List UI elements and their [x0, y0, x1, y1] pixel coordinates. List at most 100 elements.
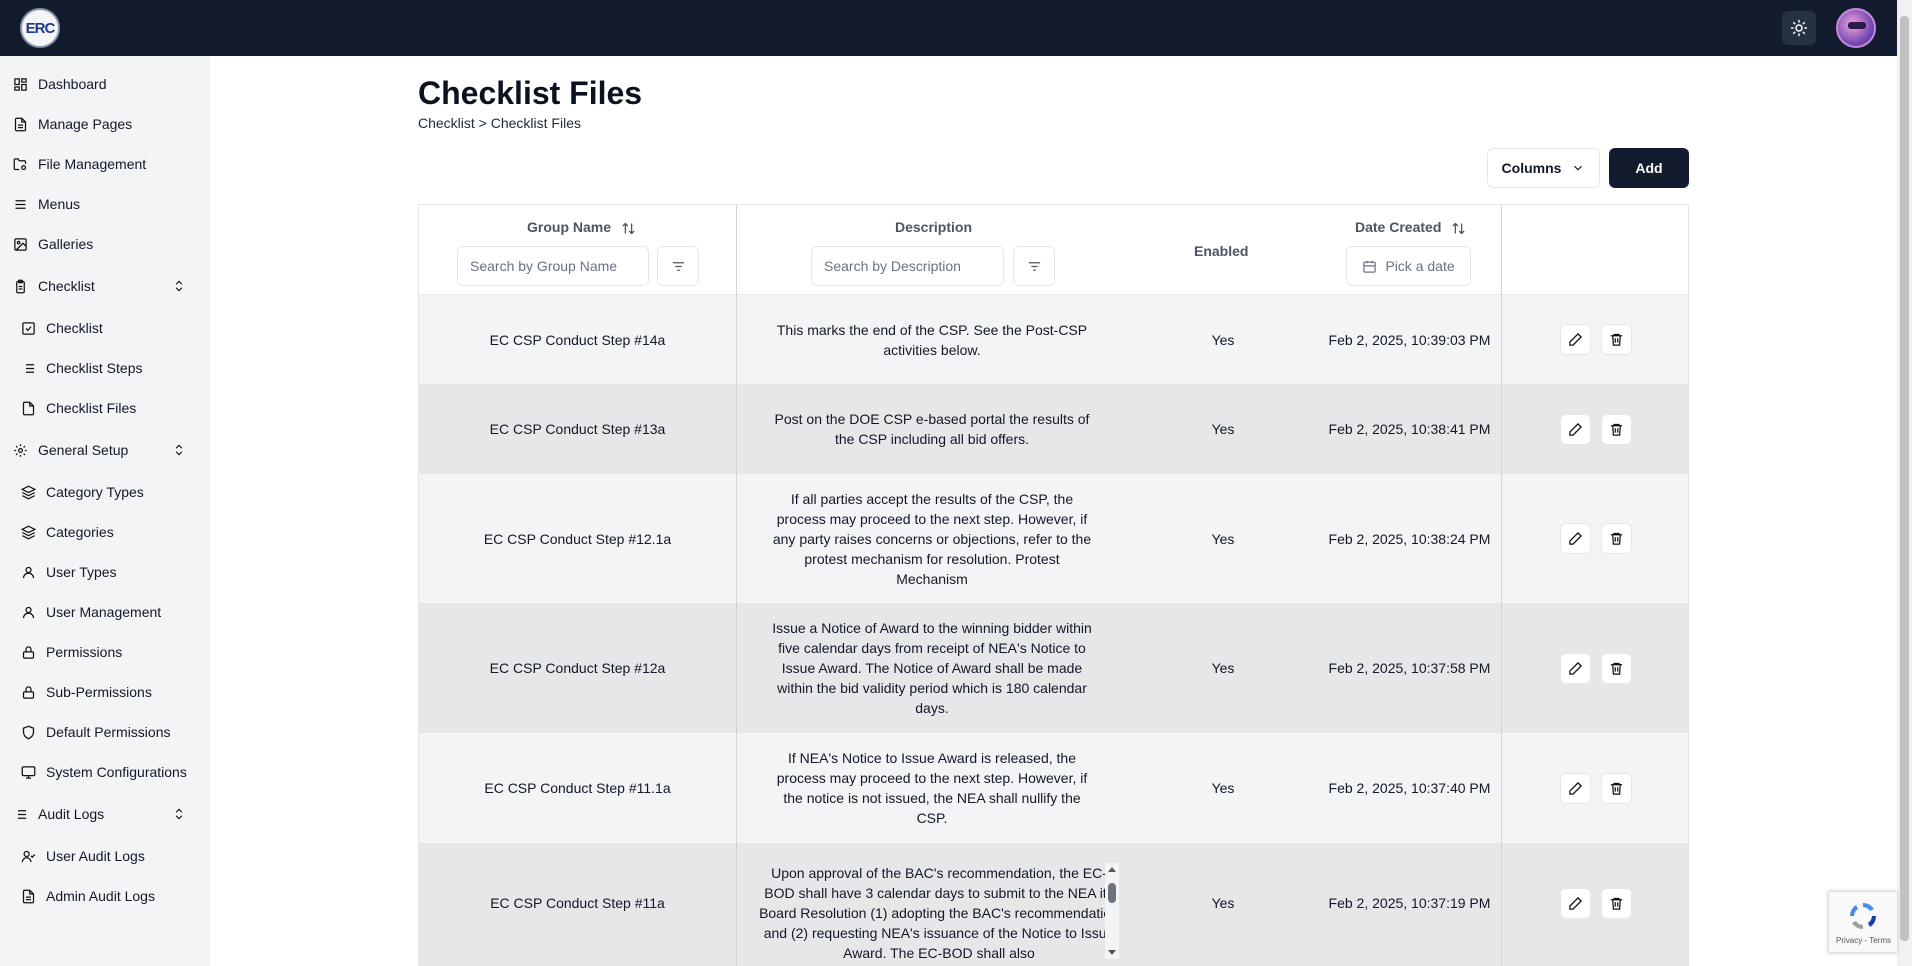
chevrons-up-down-icon: [175, 280, 183, 292]
cell-group-name: EC CSP Conduct Step #11a: [490, 895, 665, 911]
sidebar-item-file-management[interactable]: File Management: [0, 148, 210, 180]
delete-button[interactable]: [1600, 887, 1632, 919]
cell-date-created: Feb 2, 2025, 10:37:40 PM: [1328, 780, 1491, 796]
delete-button[interactable]: [1600, 324, 1632, 355]
trash-icon: [1610, 782, 1622, 795]
page-scrollbar[interactable]: [1897, 0, 1912, 966]
header-label: Date Created: [1355, 219, 1442, 235]
sidebar-item-category-types[interactable]: Category Types: [0, 476, 210, 508]
sidebar-item-sub-permissions[interactable]: Sub-Permissions: [0, 676, 210, 708]
sidebar-item-admin-audit-logs[interactable]: Admin Audit Logs: [0, 880, 210, 912]
sidebar-item-user-audit-logs[interactable]: User Audit Logs: [0, 840, 210, 872]
chevron-down-icon: [1574, 165, 1583, 171]
sidebar-item-label: Manage Pages: [38, 116, 133, 132]
top-bar: ERC: [0, 0, 1912, 56]
erc-logo[interactable]: ERC: [20, 8, 60, 48]
cell-group-name: EC CSP Conduct Step #11.1a: [484, 780, 671, 796]
table-row: EC CSP Conduct Step #12.1a If all partie…: [419, 474, 1688, 603]
sidebar-item-dashboard[interactable]: Dashboard: [0, 68, 210, 100]
pencil-icon: [1568, 422, 1582, 436]
page-scroll-thumb[interactable]: [1900, 16, 1909, 941]
scroll-up-arrow-icon[interactable]: [1108, 867, 1116, 872]
delete-button[interactable]: [1600, 523, 1632, 554]
menu-icon: [12, 196, 28, 212]
recaptcha-badge[interactable]: Privacy - Terms: [1828, 891, 1897, 953]
group-filter-button[interactable]: [657, 246, 699, 286]
edit-button[interactable]: [1559, 652, 1591, 684]
sidebar-item-categories[interactable]: Categories: [0, 516, 210, 548]
user-icon: [20, 564, 36, 580]
cell-description: If NEA's Notice to Issue Award is releas…: [776, 750, 1088, 826]
header-group-name[interactable]: Group Name: [527, 219, 636, 236]
theme-toggle-button[interactable]: [1782, 11, 1816, 45]
clipboard-icon: [12, 278, 28, 294]
sidebar-item-label: User Management: [46, 604, 162, 620]
file-text-icon: [20, 888, 36, 904]
header-description: Description: [895, 219, 973, 235]
pencil-icon: [1568, 661, 1582, 675]
list-icon: [12, 806, 28, 822]
sidebar-item-checklist-group[interactable]: Checklist: [0, 270, 210, 302]
layers-icon: [20, 524, 36, 540]
pencil-icon: [1568, 531, 1582, 545]
sidebar-item-checklist[interactable]: Checklist: [0, 312, 210, 344]
description-scrollbar[interactable]: [1105, 863, 1119, 959]
delete-button[interactable]: [1600, 772, 1632, 804]
sidebar-item-galleries[interactable]: Galleries: [0, 228, 210, 260]
sidebar-item-general-setup[interactable]: General Setup: [0, 434, 210, 466]
search-description-input[interactable]: Search by Description: [811, 246, 1004, 286]
date-picker-button[interactable]: Pick a date: [1346, 246, 1471, 286]
delete-button[interactable]: [1600, 652, 1632, 684]
sidebar-item-label: Checklist Files: [46, 400, 137, 416]
sidebar-item-system-configurations[interactable]: System Configurations: [0, 756, 210, 788]
search-group-name-input[interactable]: Search by Group Name: [457, 246, 649, 286]
sidebar-item-checklist-steps[interactable]: Checklist Steps: [0, 352, 210, 384]
breadcrumb[interactable]: Checklist > Checklist Files: [418, 115, 581, 131]
user-avatar[interactable]: [1836, 8, 1876, 48]
table-row: EC CSP Conduct Step #14a This marks the …: [419, 295, 1688, 384]
sidebar-item-audit-logs[interactable]: Audit Logs: [0, 798, 210, 830]
list-icon: [20, 360, 36, 376]
sidebar-item-menus[interactable]: Menus: [0, 188, 210, 220]
sidebar-item-label: Audit Logs: [38, 806, 105, 822]
delete-button[interactable]: [1600, 413, 1632, 445]
cell-description[interactable]: Upon approval of the BAC's recommendatio…: [759, 863, 1119, 959]
edit-button[interactable]: [1559, 523, 1591, 554]
sort-icon: [622, 222, 635, 235]
sidebar-item-checklist-files[interactable]: Checklist Files: [0, 392, 210, 424]
chevrons-up-down-icon: [175, 808, 183, 820]
cell-enabled: Yes: [1211, 331, 1235, 348]
pencil-icon: [1568, 332, 1582, 346]
columns-button[interactable]: Columns: [1487, 148, 1600, 188]
edit-button[interactable]: [1559, 324, 1591, 355]
pencil-icon: [1568, 781, 1582, 795]
recaptcha-links[interactable]: Privacy - Terms: [1829, 936, 1898, 945]
sidebar-item-label: Dashboard: [38, 76, 107, 92]
scroll-thumb[interactable]: [1108, 883, 1116, 903]
cell-enabled: Yes: [1211, 780, 1235, 796]
edit-button[interactable]: [1559, 413, 1591, 445]
sidebar-item-user-types[interactable]: User Types: [0, 556, 210, 588]
edit-button[interactable]: [1559, 772, 1591, 804]
header-date-created[interactable]: Date Created: [1355, 219, 1466, 236]
table-header: Group Name Search by Group Name Descript…: [419, 205, 1688, 295]
sidebar-item-user-management[interactable]: User Management: [0, 596, 210, 628]
shield-icon: [20, 724, 36, 740]
description-filter-button[interactable]: [1013, 246, 1055, 286]
cell-actions: [1501, 733, 1688, 843]
sidebar-item-default-permissions[interactable]: Default Permissions: [0, 716, 210, 748]
cell-date-created: Feb 2, 2025, 10:39:03 PM: [1328, 331, 1491, 348]
gear-icon: [12, 442, 28, 458]
recaptcha-icon: [1849, 902, 1877, 930]
scroll-down-arrow-icon[interactable]: [1108, 950, 1116, 955]
cell-enabled: Yes: [1211, 895, 1235, 911]
add-button[interactable]: Add: [1609, 148, 1689, 188]
layers-icon: [20, 484, 36, 500]
cell-actions: [1501, 295, 1688, 384]
trash-icon: [1610, 423, 1622, 436]
table-row: EC CSP Conduct Step #12a Issue a Notice …: [419, 603, 1688, 733]
sidebar-item-manage-pages[interactable]: Manage Pages: [0, 108, 210, 140]
edit-button[interactable]: [1559, 887, 1591, 919]
sidebar-item-permissions[interactable]: Permissions: [0, 636, 210, 668]
file-icon: [20, 400, 36, 416]
